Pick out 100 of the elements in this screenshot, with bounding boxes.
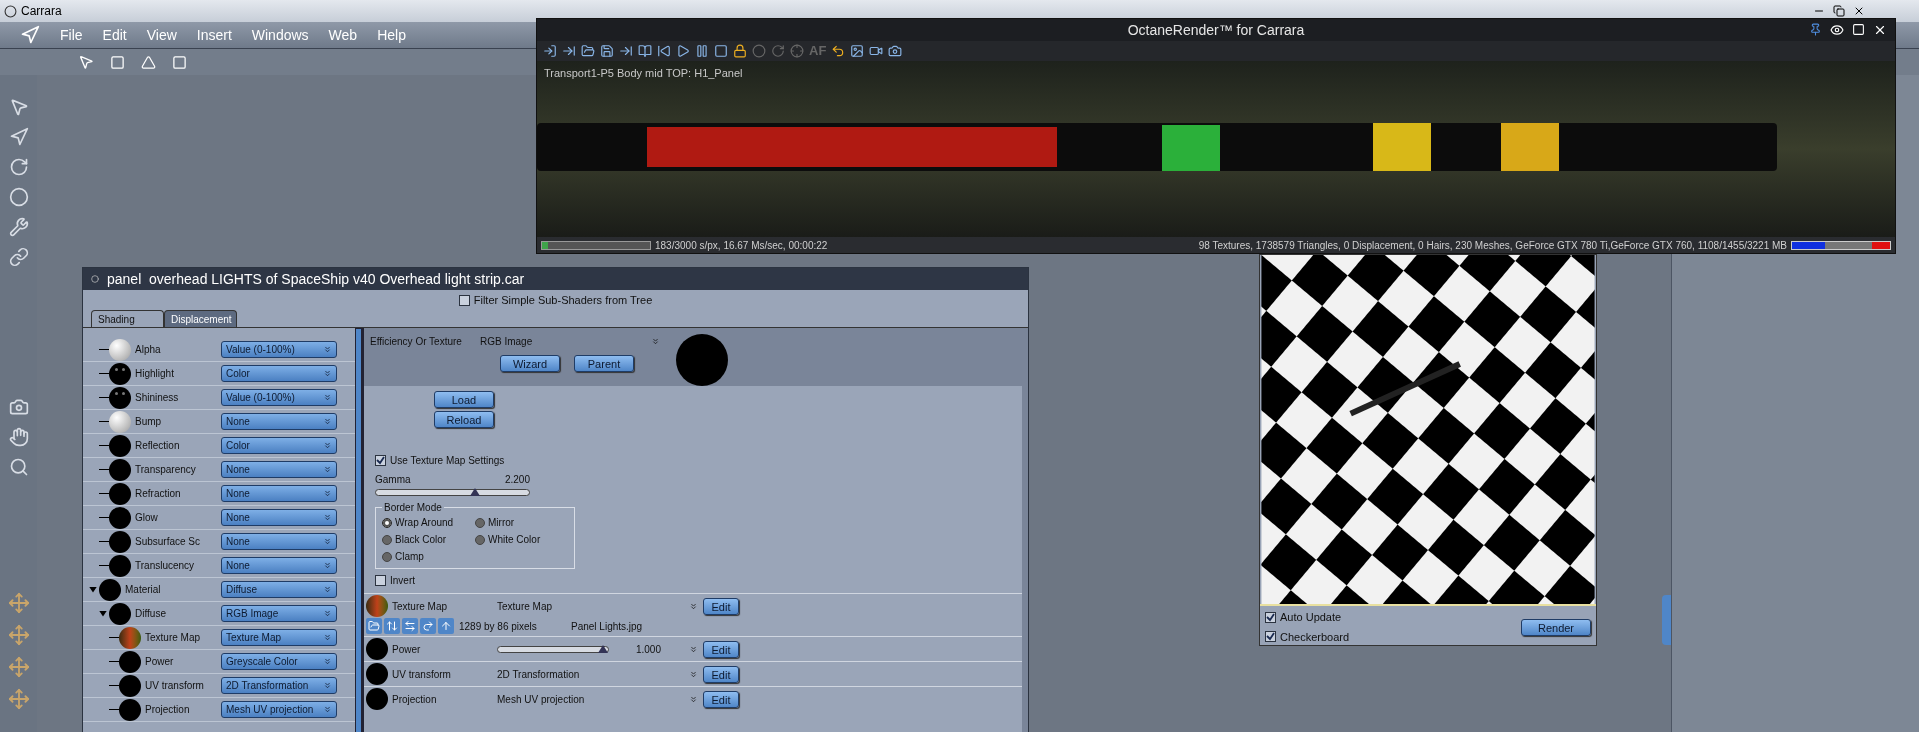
radio-option[interactable]: Mirror	[475, 515, 568, 530]
slider-thumb[interactable]	[597, 644, 608, 653]
dropdown[interactable]: None	[221, 485, 337, 502]
channel-value[interactable]: RGB Image	[480, 334, 651, 349]
lock-icon[interactable]	[733, 44, 747, 58]
tree-label[interactable]: Bump	[135, 414, 162, 429]
crosshair-icon[interactable]	[790, 44, 804, 58]
tree-label[interactable]: Shininess	[135, 390, 179, 405]
channel-value[interactable]: 2D Transformation	[497, 666, 580, 682]
tab[interactable]: Shading	[91, 310, 164, 327]
save-icon[interactable]	[600, 44, 614, 58]
horizontal-flip-icon[interactable]	[402, 618, 418, 634]
checkbox[interactable]	[375, 455, 386, 466]
dropdown[interactable]: None	[221, 461, 337, 478]
rotate-icon[interactable]	[420, 618, 436, 634]
dropdown[interactable]: Greyscale Color	[221, 653, 337, 670]
menu-item[interactable]: Insert	[196, 24, 232, 46]
radio-button[interactable]	[382, 534, 392, 545]
rotate-icon[interactable]	[771, 44, 785, 58]
image-icon[interactable]	[850, 44, 865, 58]
button[interactable]: Wizard	[500, 355, 560, 372]
button[interactable]: Edit	[703, 640, 739, 658]
tree-label[interactable]: Glow	[135, 510, 158, 525]
button[interactable]: Render	[1521, 618, 1591, 636]
tree-label[interactable]: UV transform	[145, 678, 204, 693]
dropdown[interactable]: RGB Image	[221, 605, 337, 622]
checkbox-option[interactable]: Auto Update	[1265, 609, 1350, 626]
menu-item[interactable]: Edit	[102, 24, 127, 46]
tree-label[interactable]: Power	[145, 654, 174, 669]
checkbox[interactable]	[375, 575, 386, 586]
dropdown[interactable]: 2D Transformation	[221, 677, 337, 694]
channel-value[interactable]: Mesh UV projection	[497, 691, 585, 707]
tree-label[interactable]: Material	[125, 582, 161, 597]
menu-item[interactable]: File	[60, 24, 83, 46]
dropdown[interactable]: Color	[221, 365, 337, 382]
wrench-icon[interactable]	[8, 217, 29, 237]
export-icon[interactable]	[562, 44, 576, 58]
pause-icon[interactable]	[695, 44, 709, 58]
camera-icon[interactable]	[8, 397, 29, 417]
radio-option[interactable]: Black Color	[382, 532, 475, 547]
rotate-icon[interactable]	[8, 157, 29, 177]
tree-label[interactable]: Alpha	[135, 342, 161, 357]
slider-track[interactable]	[375, 489, 530, 496]
video-icon[interactable]	[869, 44, 884, 58]
undo-icon[interactable]	[831, 44, 846, 58]
dropdown[interactable]: Value (0-100%)	[221, 341, 337, 358]
pointer-icon[interactable]	[8, 97, 29, 117]
dropdown[interactable]: Mesh UV projection	[221, 701, 337, 718]
menu-item[interactable]: Web	[328, 24, 358, 46]
skip-back-icon[interactable]	[657, 44, 671, 58]
dropdown[interactable]: Diffuse	[221, 581, 337, 598]
camera-icon[interactable]	[888, 44, 903, 58]
button[interactable]: Parent	[574, 355, 634, 372]
import-icon[interactable]	[543, 44, 557, 58]
dropdown[interactable]: Color	[221, 437, 337, 454]
checkbox[interactable]	[458, 294, 470, 306]
slider-track[interactable]	[497, 645, 609, 653]
dropdown[interactable]: Texture Map	[221, 629, 337, 646]
button[interactable]: Reload	[434, 411, 494, 428]
dropdown[interactable]: None	[221, 533, 337, 550]
hand-icon[interactable]	[8, 427, 29, 447]
radio-option[interactable]: White Color	[475, 532, 568, 547]
checkbox[interactable]	[1265, 631, 1276, 643]
slider-thumb[interactable]	[470, 488, 481, 496]
radio-button[interactable]	[382, 517, 392, 528]
link-icon[interactable]	[8, 247, 29, 267]
checkbox-option[interactable]: Checkerboard	[1265, 628, 1350, 645]
tree-label[interactable]: Diffuse	[135, 606, 166, 621]
radio-button[interactable]	[382, 551, 392, 562]
menu-item[interactable]: Help	[377, 24, 406, 46]
play-icon[interactable]	[676, 44, 690, 58]
button[interactable]: Edit	[703, 665, 739, 683]
dropdown[interactable]: None	[221, 509, 337, 526]
checkbox-option[interactable]: Invert	[375, 573, 1022, 588]
vertical-flip-icon[interactable]	[384, 618, 400, 634]
book-icon[interactable]	[638, 44, 652, 58]
tree-label[interactable]: Texture Map	[145, 630, 201, 645]
button[interactable]: Edit	[703, 690, 739, 708]
menu-item[interactable]: Windows	[251, 24, 309, 46]
scrollbar[interactable]	[355, 328, 362, 732]
button[interactable]: Edit	[703, 597, 739, 615]
tree-label[interactable]: Subsurface Sc	[135, 534, 201, 549]
channel-value[interactable]: Texture Map	[497, 598, 553, 614]
radio-button[interactable]	[475, 534, 485, 545]
checkbox-option[interactable]: Filter Simple Sub-Shaders from Tree	[458, 291, 653, 309]
circle-icon[interactable]	[752, 44, 766, 58]
stop-icon[interactable]	[714, 44, 728, 58]
dropdown[interactable]: None	[221, 413, 337, 430]
menu-item[interactable]: View	[146, 24, 177, 46]
radio-option[interactable]: Clamp	[382, 549, 475, 564]
navigate-icon[interactable]	[8, 127, 29, 147]
search-icon[interactable]	[8, 457, 29, 477]
checkbox[interactable]	[1265, 611, 1276, 623]
tree-label[interactable]: Refraction	[135, 486, 181, 501]
checkbox-option[interactable]: Use Texture Map Settings	[375, 453, 1022, 468]
folder-icon[interactable]	[581, 44, 595, 58]
dropdown[interactable]: Value (0-100%)	[221, 389, 337, 406]
tree-label[interactable]: Projection	[145, 702, 190, 717]
button[interactable]: Load	[434, 391, 494, 408]
tree-label[interactable]: Highlight	[135, 366, 174, 381]
